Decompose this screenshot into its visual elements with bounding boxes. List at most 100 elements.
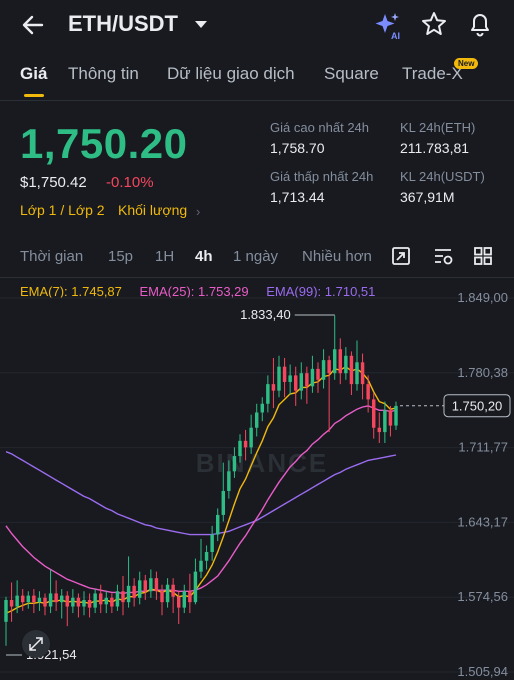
candle-body xyxy=(366,384,370,400)
tabs-divider xyxy=(0,100,514,101)
candle-body xyxy=(254,412,259,428)
candle-body xyxy=(360,362,365,385)
interval-1h[interactable]: 1H xyxy=(155,248,174,265)
candle-body xyxy=(260,403,265,413)
candle-body xyxy=(4,599,8,622)
candle-body xyxy=(332,349,337,374)
candle-body xyxy=(199,560,203,572)
candlestick-chart[interactable]: BINANCE 1.833,401.521,541.750,20 1.849,0… xyxy=(0,278,514,680)
low-24h-label: Giá thấp nhất 24h xyxy=(270,169,374,184)
candle-body xyxy=(349,355,354,385)
candle-body xyxy=(160,591,164,603)
candle-body xyxy=(154,578,159,592)
candle-body xyxy=(37,597,42,603)
candle-body xyxy=(377,427,382,433)
candle-body xyxy=(371,399,376,428)
candle-body xyxy=(15,595,19,607)
candle-body xyxy=(82,599,86,607)
candle-body xyxy=(149,578,153,592)
expand-chart-corner-icon[interactable] xyxy=(22,630,50,658)
candle-body xyxy=(188,591,192,603)
svg-text:AI: AI xyxy=(391,31,400,41)
tab-square[interactable]: Square xyxy=(324,64,379,84)
candle-body xyxy=(26,595,31,603)
bell-icon[interactable] xyxy=(466,10,494,38)
candle-body xyxy=(121,591,125,603)
candle-body xyxy=(93,593,97,608)
vol-usdt-value: 367,91M xyxy=(400,189,455,205)
candle-body xyxy=(215,514,220,535)
tab-price[interactable]: Giá xyxy=(20,64,47,84)
candles xyxy=(4,315,398,646)
price-change: -0.10% xyxy=(106,174,154,191)
chart-grid xyxy=(0,297,514,673)
vol-eth-label: KL 24h(ETH) xyxy=(400,120,476,135)
candle-body xyxy=(48,593,53,607)
interval-15m[interactable]: 15p xyxy=(108,248,133,265)
pair-title[interactable]: ETH/USDT xyxy=(68,11,178,37)
candle-body xyxy=(76,597,81,607)
tab-info[interactable]: Thông tin xyxy=(68,64,139,84)
y-axis-labels: 1.849,00 1.780,38 1.711,77 1.643,17 1.574,56… xyxy=(457,290,508,679)
indicator-settings-icon[interactable] xyxy=(432,245,454,267)
candle-body xyxy=(20,595,25,603)
candle-body xyxy=(137,580,142,598)
candle-body xyxy=(9,599,14,607)
candle-body xyxy=(388,410,393,426)
interval-time[interactable]: Thời gian xyxy=(20,248,83,265)
candle-body xyxy=(43,597,47,607)
y-tick-label: 1.505,94 xyxy=(457,664,508,679)
candle-body xyxy=(115,591,120,607)
interval-1d[interactable]: 1 ngày xyxy=(233,248,278,265)
candle-body xyxy=(299,373,304,391)
candle-body xyxy=(310,368,315,387)
top-tabs: Giá Thông tin Dữ liệu giao dịch Square T… xyxy=(0,56,514,100)
candle-body xyxy=(288,375,292,382)
grid-layout-icon[interactable] xyxy=(472,245,494,267)
candle-body xyxy=(271,384,276,391)
chevron-right-icon[interactable]: › xyxy=(196,204,200,219)
interval-more[interactable]: Nhiều hơn xyxy=(302,248,372,265)
candle-body xyxy=(232,456,237,472)
caret-down-icon[interactable] xyxy=(192,15,210,33)
candle-body xyxy=(104,597,109,605)
candle-body xyxy=(221,490,226,515)
candle-body xyxy=(238,440,242,457)
candle-body xyxy=(126,585,131,603)
candle-body xyxy=(321,360,326,380)
candle-body xyxy=(110,597,114,607)
y-tick-label: 1.780,38 xyxy=(457,365,508,380)
candle-body xyxy=(204,552,209,561)
candle-body xyxy=(143,580,148,592)
candle-body xyxy=(176,596,181,608)
candle-body xyxy=(227,471,231,491)
header-bar: ETH/USDT AI xyxy=(0,0,514,50)
new-badge: New xyxy=(454,58,479,69)
y-tick-label: 1.574,56 xyxy=(457,589,508,604)
candle-body xyxy=(182,591,187,608)
last-price-label: 1.750,20 xyxy=(452,399,503,414)
candle-body xyxy=(210,534,214,553)
ai-sparkle-icon[interactable]: AI xyxy=(372,10,404,42)
interval-4h[interactable]: 4h xyxy=(195,248,213,265)
layer-tag-link[interactable]: Lớp 1 / Lớp 2 xyxy=(20,202,105,218)
candle-body xyxy=(65,595,70,607)
candle-body xyxy=(193,571,198,603)
back-arrow-icon[interactable] xyxy=(18,10,48,40)
candle-body xyxy=(266,384,270,404)
candle-body xyxy=(282,366,287,382)
vol-usdt-label: KL 24h(USDT) xyxy=(400,169,485,184)
candle-body xyxy=(277,366,281,391)
annotations: 1.833,401.521,541.750,20 xyxy=(6,307,511,662)
candle-body xyxy=(243,440,248,448)
price-usd: $1,750.42 xyxy=(20,174,87,191)
volume-tag-link[interactable]: Khối lượng xyxy=(118,202,187,218)
tab-trading-data[interactable]: Dữ liệu giao dịch xyxy=(167,64,295,84)
star-icon[interactable] xyxy=(420,10,448,38)
y-tick-label: 1.643,17 xyxy=(457,514,508,529)
expand-chart-icon[interactable] xyxy=(390,245,412,267)
candle-body xyxy=(59,595,64,603)
y-tick-label: 1.849,00 xyxy=(457,290,508,305)
tab-trade-x[interactable]: Trade-X xyxy=(402,64,463,84)
candle-body xyxy=(71,597,75,607)
